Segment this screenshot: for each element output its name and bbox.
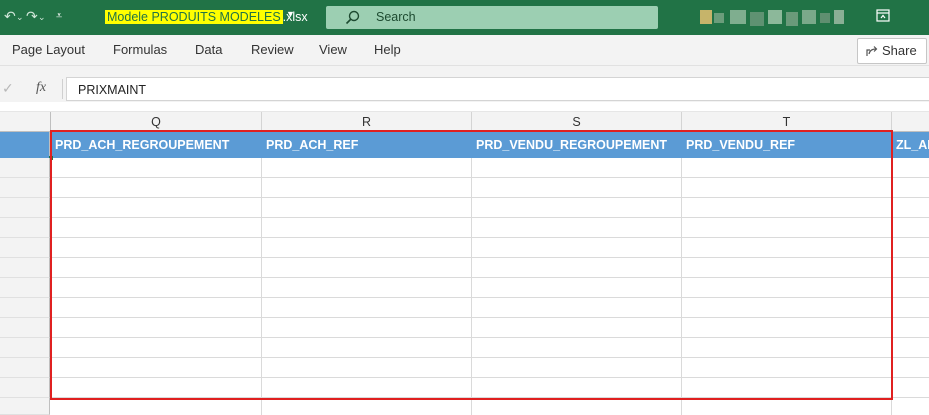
- column-header-r[interactable]: R: [262, 112, 472, 132]
- enter-check-icon[interactable]: ✓: [2, 80, 14, 97]
- header-data-row: PRD_ACH_REGROUPEMENT PRD_ACH_REF PRD_VEN…: [0, 132, 929, 158]
- search-icon: [345, 10, 360, 25]
- row-header-active[interactable]: [0, 132, 50, 158]
- file-name[interactable]: Modele PRODUITS MODELES .xlsx: [105, 7, 308, 27]
- cell-t-header[interactable]: PRD_VENDU_REF: [682, 132, 892, 158]
- file-name-dropdown-icon[interactable]: ▼: [286, 9, 295, 19]
- row-gridline: [50, 277, 929, 278]
- tab-view[interactable]: View: [319, 35, 347, 65]
- ribbon-display-options-icon[interactable]: [876, 9, 890, 22]
- tab-formulas[interactable]: Formulas: [113, 35, 167, 65]
- select-all-corner[interactable]: [0, 112, 51, 132]
- row-gridline: [50, 197, 929, 198]
- title-bar: ↶ ⌄ ↷ ⌄ ⩡ Modele PRODUITS MODELES .xlsx ▼…: [0, 0, 929, 35]
- column-header-s[interactable]: S: [472, 112, 682, 132]
- row-header[interactable]: [0, 258, 50, 278]
- row-header[interactable]: [0, 358, 50, 378]
- tab-help[interactable]: Help: [374, 35, 401, 65]
- row-header[interactable]: [0, 238, 50, 258]
- undo-icon[interactable]: ↶: [4, 8, 16, 25]
- share-label: Share: [882, 43, 917, 58]
- row-gridline: [50, 397, 929, 398]
- cell-q-header[interactable]: PRD_ACH_REGROUPEMENT: [51, 132, 262, 158]
- row-header[interactable]: [0, 398, 50, 415]
- share-icon: [866, 46, 878, 56]
- row-gridline: [50, 377, 929, 378]
- cell-u-header[interactable]: ZL_AL: [892, 132, 929, 158]
- column-gridline: [471, 158, 472, 415]
- ribbon-tabs: Page Layout Formulas Data Review View He…: [0, 35, 929, 66]
- share-button[interactable]: Share: [857, 38, 927, 64]
- insert-function-icon[interactable]: fx: [36, 80, 46, 96]
- cell-s-header[interactable]: PRD_VENDU_REGROUPEMENT: [472, 132, 682, 158]
- column-gridline: [891, 158, 892, 415]
- formula-bar-separator: [62, 79, 63, 99]
- row-gridline: [50, 357, 929, 358]
- row-header[interactable]: [0, 298, 50, 318]
- row-gridline: [50, 337, 929, 338]
- row-gridline: [50, 177, 929, 178]
- row-gridline: [50, 317, 929, 318]
- tab-data[interactable]: Data: [195, 35, 222, 65]
- search-label: Search: [376, 10, 416, 24]
- column-header-u[interactable]: [892, 112, 929, 132]
- row-header[interactable]: [0, 278, 50, 298]
- row-header[interactable]: [0, 378, 50, 398]
- row-gridline: [50, 217, 929, 218]
- row-gridline: [50, 297, 929, 298]
- row-header[interactable]: [0, 218, 50, 238]
- row-gridline: [50, 237, 929, 238]
- redo-dropdown-icon[interactable]: ⌄: [38, 12, 46, 23]
- search-box[interactable]: Search: [326, 6, 658, 29]
- file-name-highlighted: Modele PRODUITS MODELES: [105, 10, 283, 24]
- customize-toolbar-icon[interactable]: ⩡: [56, 10, 62, 23]
- column-gridline: [261, 158, 262, 415]
- column-header-t[interactable]: T: [682, 112, 892, 132]
- row-header[interactable]: [0, 178, 50, 198]
- redo-icon[interactable]: ↷: [26, 8, 38, 25]
- row-header[interactable]: [0, 158, 50, 178]
- tab-page-layout[interactable]: Page Layout: [12, 35, 85, 65]
- formula-input[interactable]: PRIXMAINT: [66, 77, 929, 101]
- row-header[interactable]: [0, 338, 50, 358]
- tab-review[interactable]: Review: [251, 35, 294, 65]
- row-gridline: [50, 257, 929, 258]
- column-header-q[interactable]: Q: [51, 112, 262, 132]
- column-gridline: [681, 158, 682, 415]
- row-header[interactable]: [0, 318, 50, 338]
- undo-dropdown-icon[interactable]: ⌄: [16, 12, 24, 23]
- cell-r-header[interactable]: PRD_ACH_REF: [262, 132, 472, 158]
- row-header[interactable]: [0, 198, 50, 218]
- column-header-bar: Q R S T: [0, 111, 929, 132]
